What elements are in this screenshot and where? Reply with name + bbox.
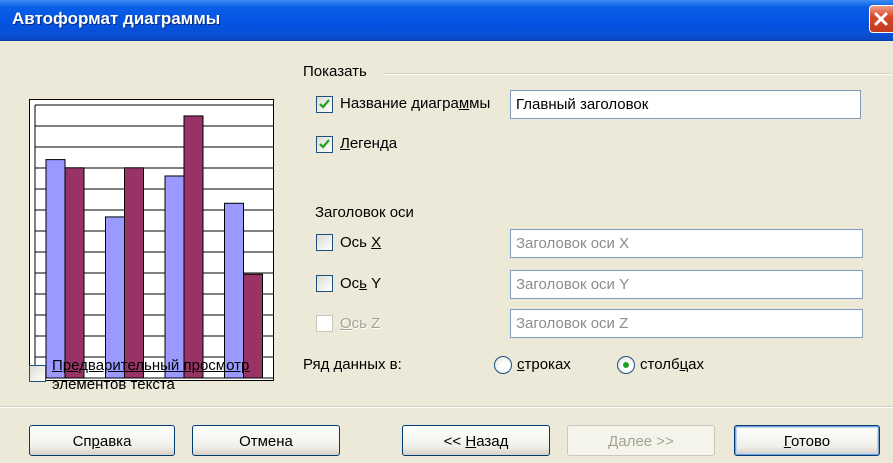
chart-preview — [29, 99, 274, 381]
preview-bar-series2 — [183, 115, 204, 379]
next-button: Далее >> — [567, 425, 715, 456]
window-title: Автоформат диаграммы — [12, 9, 221, 28]
preview-bar-series1 — [45, 159, 66, 379]
axis-x-checkbox[interactable] — [316, 234, 333, 251]
legend-label: Легенда — [340, 135, 398, 152]
preview-bar-series2 — [124, 167, 144, 379]
preview-bar-series1 — [164, 175, 185, 379]
back-button[interactable]: << Назад — [402, 425, 550, 456]
cancel-button[interactable]: Отмена — [192, 425, 340, 456]
preview-bar-series1 — [224, 202, 244, 379]
preview-bar-series1 — [105, 216, 125, 379]
axis-title-group-label: Заголовок оси — [315, 204, 414, 221]
show-group-divider — [383, 73, 891, 75]
axis-z-checkbox — [316, 315, 333, 332]
preview-text-checkbox[interactable] — [29, 365, 46, 382]
title-bar[interactable]: Автоформат диаграммы — [0, 0, 893, 41]
series-in-rows-label: строках — [517, 356, 571, 373]
chart-title-checkbox[interactable] — [316, 96, 333, 113]
axis-z-input[interactable]: Заголовок оси Z — [510, 309, 863, 338]
chart-preview-graphic — [34, 104, 273, 379]
series-in-label: Ряд данных в: — [303, 356, 402, 373]
preview-text-label-line2: элементов текста — [52, 376, 175, 393]
axis-x-label: Ось X — [340, 234, 382, 251]
button-separator — [0, 406, 893, 408]
axis-z-label: Ось Z — [340, 315, 381, 332]
close-button[interactable] — [869, 5, 893, 33]
finish-button[interactable]: Готово — [734, 425, 880, 456]
axis-y-label: Ось Y — [340, 275, 382, 292]
series-in-rows-radio[interactable] — [494, 356, 512, 374]
radio-dot — [623, 362, 629, 368]
legend-checkbox[interactable] — [316, 136, 333, 153]
dialog-client: Предварительный просмотр элементов текст… — [0, 40, 893, 463]
chart-title-label: Название диаграммы — [340, 95, 491, 112]
axis-y-checkbox[interactable] — [316, 275, 333, 292]
series-in-cols-radio[interactable] — [617, 356, 635, 374]
axis-x-input[interactable]: Заголовок оси X — [510, 229, 863, 258]
chart-title-input[interactable]: Главный заголовок — [510, 90, 861, 119]
preview-text-label: Предварительный просмотр элементов текст… — [52, 356, 249, 394]
series-in-cols-label: столбцах — [640, 356, 704, 373]
help-button[interactable]: Справка — [29, 425, 175, 456]
show-group-label: Показать — [303, 63, 367, 80]
preview-text-label-line1: Предварительный просмотр — [52, 357, 250, 374]
axis-y-input[interactable]: Заголовок оси Y — [510, 270, 863, 299]
preview-bar-series2 — [64, 167, 85, 379]
